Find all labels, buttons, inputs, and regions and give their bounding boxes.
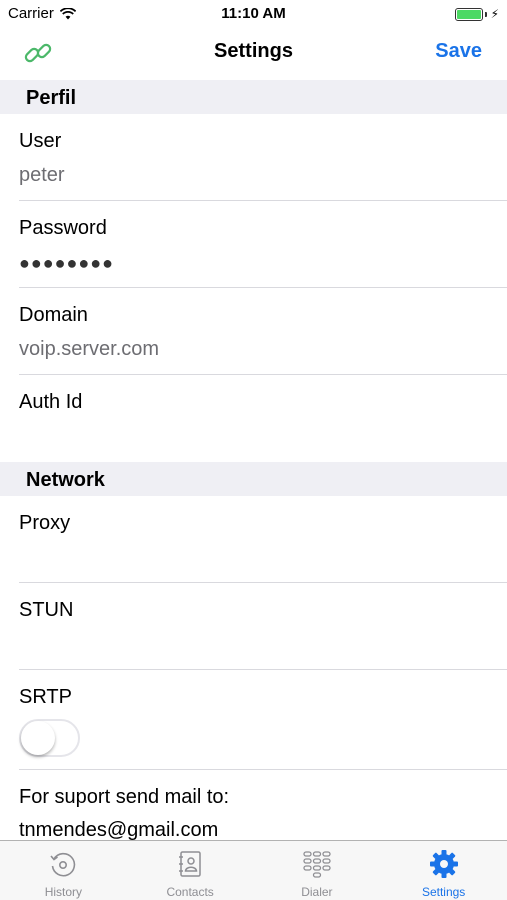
auth-id-label: Auth Id	[19, 391, 83, 413]
page-title: Settings	[214, 40, 293, 62]
tab-settings[interactable]: Settings	[380, 841, 507, 900]
battery-icon: ⚡	[454, 7, 499, 21]
password-field[interactable]: Password ●●●●●●●●	[0, 201, 507, 288]
support-info: For suport send mail to: tnmendes@gmail.…	[0, 770, 507, 841]
toggle-knob	[21, 721, 55, 755]
dialpad-icon	[303, 851, 331, 878]
tab-contacts-label: Contacts	[166, 885, 214, 899]
tab-settings-label: Settings	[421, 885, 466, 899]
user-field[interactable]: User peter	[0, 114, 507, 201]
gear-icon	[429, 850, 458, 878]
status-bar: Carrier 11:10 AM ⚡	[0, 0, 507, 28]
support-label: For suport send mail to:	[19, 786, 230, 808]
password-value[interactable]: ●●●●●●●●	[19, 253, 114, 274]
user-label: User	[19, 130, 62, 152]
tab-dialer-label: Dialer	[301, 885, 333, 899]
proxy-field[interactable]: Proxy	[0, 496, 507, 583]
support-email: tnmendes@gmail.com	[19, 819, 219, 841]
password-label: Password	[19, 217, 107, 239]
tab-history[interactable]: History	[0, 841, 127, 900]
tab-dialer[interactable]: Dialer	[254, 841, 381, 900]
charging-icon: ⚡	[490, 7, 499, 21]
tab-bar: History Contacts Dialer Settings	[0, 840, 507, 900]
tab-contacts[interactable]: Contacts	[127, 841, 254, 900]
stun-label: STUN	[19, 599, 74, 621]
section-title-profile: Perfil	[26, 87, 77, 109]
proxy-label: Proxy	[19, 512, 71, 534]
srtp-toggle[interactable]	[19, 719, 80, 757]
domain-label: Domain	[19, 304, 88, 326]
stun-field[interactable]: STUN	[0, 583, 507, 670]
section-header-profile: Perfil	[0, 80, 507, 114]
domain-field[interactable]: Domain voip.server.com	[0, 288, 507, 375]
domain-value[interactable]: voip.server.com	[19, 338, 159, 361]
history-icon	[50, 852, 76, 877]
tab-history-label: History	[44, 885, 83, 899]
user-value[interactable]: peter	[19, 164, 65, 187]
srtp-label: SRTP	[19, 686, 72, 708]
contacts-icon	[179, 851, 201, 877]
auth-id-field[interactable]: Auth Id	[0, 375, 507, 462]
navigation-bar: Settings Save	[0, 28, 507, 78]
srtp-row: SRTP	[0, 670, 507, 770]
section-header-network: Network	[0, 462, 507, 496]
save-button[interactable]: Save	[435, 40, 482, 63]
section-title-network: Network	[26, 469, 105, 491]
status-time: 11:10 AM	[221, 5, 286, 22]
